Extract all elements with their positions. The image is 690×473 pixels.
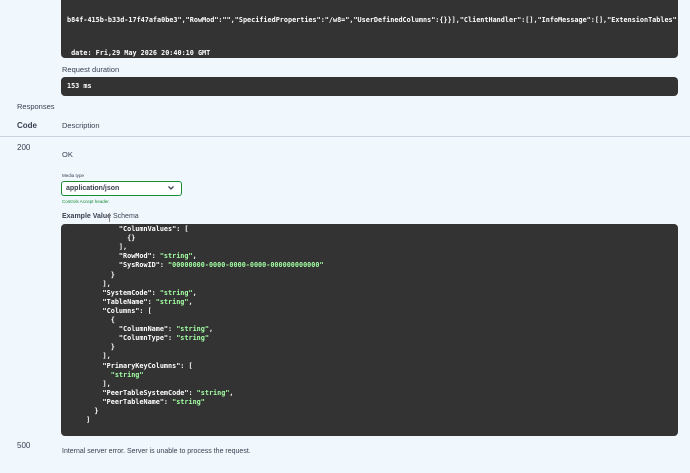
response-code-200: 200 [17,143,31,152]
json-token: , [192,288,197,297]
table-header-divider [0,136,690,137]
code-line: } [78,343,115,352]
code-line: "RowMod": "string", [78,252,197,261]
code-line: ] [78,416,90,425]
controls-accept-header-hint: Controls Accept header. [62,199,110,204]
code-line: "PeerTableSystemCode": "string", [78,389,234,398]
media-type-label: Media type [62,173,85,178]
code-line: ], [78,280,111,289]
chevron-down-icon [168,186,174,190]
json-string-value: "string" [155,297,189,306]
json-token: , [229,388,234,397]
code-line: { [78,316,115,325]
column-header-description: Description [62,121,100,130]
json-token: "PeerTableName": [78,397,173,406]
code-line: "PeerTableName": "string" [78,398,205,407]
json-token: ], [78,352,111,361]
json-string-value: "string" [110,370,144,379]
code-line: {} [78,234,135,243]
json-string-value: "string" [172,397,205,406]
json-token: } [78,270,115,279]
code-line: "string" [78,371,144,380]
json-token: "Columns": [ [78,306,152,315]
json-token: "ColumnValues": [ [78,225,189,233]
code-line: "ColumnValues": [ [78,225,189,234]
json-token: "RowMod": [78,252,160,261]
code-line: "ColumnType": "string" [78,334,209,343]
code-line: "SystemCode": "string", [78,289,197,298]
request-duration-value: 153 ms [61,77,678,96]
json-token: , [188,297,193,306]
code-line: } [78,407,98,416]
media-type-value: application/json [66,185,120,192]
response-description-200: OK [62,150,73,159]
json-token: ], [78,379,111,388]
json-string-value: "string" [196,388,230,397]
code-line: "TableName": "string", [78,298,193,307]
code-line: "ColumnName": "string", [78,325,213,334]
response-headers-list: date: Fri,29 May 2026 20:40:10 GMT etag:… [67,49,678,58]
code-line: } [78,271,115,280]
code-line: "Columns": [ [78,307,152,316]
json-string-value: "string" [159,252,193,261]
tab-example-value[interactable]: Example Value [62,213,111,220]
code-line: ], [78,380,111,389]
media-type-select[interactable]: application/json [61,181,182,196]
tab-schema[interactable]: Schema [113,213,139,220]
json-token: ], [78,243,128,252]
responses-title: Responses [17,102,55,111]
tab-divider [109,213,110,222]
json-string-value: "string" [176,334,209,343]
json-string-value: "string" [176,325,209,334]
request-duration-label: Request duration [62,65,120,74]
json-token: "TableName": [78,297,156,306]
json-token: ] [78,416,91,425]
json-token: "PrimaryKeyColumns": [ [78,361,193,370]
response-body-tail: b84f-415b-b33d-17f47afa0be3","RowMod":""… [67,16,678,25]
json-token: , [192,252,197,261]
json-token: { [78,316,115,324]
json-token: , [208,325,214,334]
response-description-500: Internal server error. Server is unable … [62,448,251,455]
code-line: "PrimaryKeyColumns": [ [78,362,193,371]
json-token: "ColumnName": [78,325,177,334]
json-token: "PeerTableSystemCode": [78,388,197,397]
response-headers-block: b84f-415b-b33d-17f47afa0be3","RowMod":""… [61,0,678,58]
example-value-code-block: "ColumnValues": [ {} ], "RowMod": "strin… [61,224,678,436]
response-header-line: date: Fri,29 May 2026 20:40:10 GMT [67,49,211,57]
json-string-value: "string" [159,288,193,297]
json-token: {} [78,234,136,243]
response-code-500: 500 [17,441,31,450]
json-token: "SystemCode": [78,288,160,297]
code-line: ], [78,243,127,252]
json-token: "ColumnType": [78,334,177,343]
json-token: } [78,407,99,415]
json-token: "SysRowID": [78,261,169,270]
code-line: "SysRowID": "00000000-0000-0000-0000-000… [78,261,324,270]
json-string-value: "00000000-0000-0000-0000-000000000000" [168,261,324,270]
json-token: ], [78,279,111,288]
code-line: ], [78,352,111,361]
column-header-code: Code [17,121,37,130]
json-token: } [78,343,115,352]
